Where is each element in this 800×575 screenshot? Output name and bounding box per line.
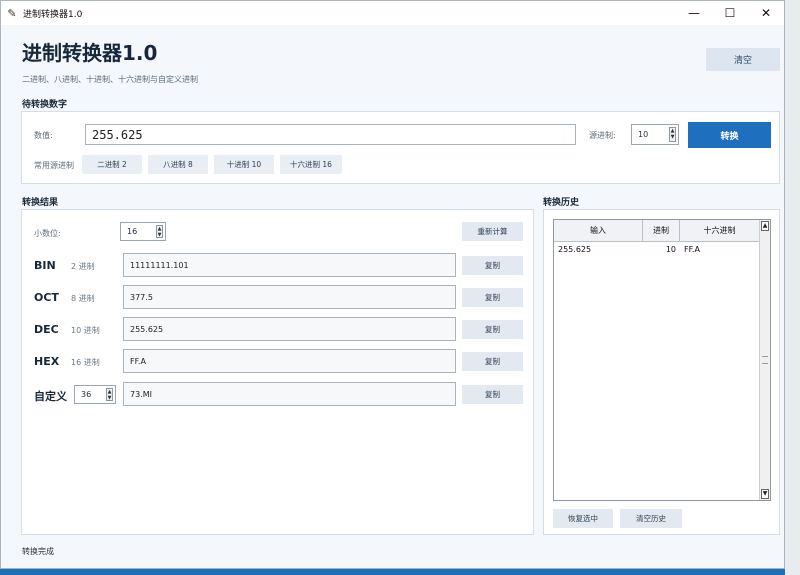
result-panel: 小数位: 16 ▲ ▼ 重新计算 BIN 2 进制 11111111.101 复制… xyxy=(21,209,534,535)
history-section-label: 转换历史 xyxy=(543,198,580,208)
column-header-hex[interactable]: 十六进制 xyxy=(680,220,760,242)
decimals-label: 小数位: xyxy=(34,229,61,238)
preset-octal-button[interactable]: 八进制 8 xyxy=(148,155,208,174)
preset-binary-button[interactable]: 二进制 2 xyxy=(82,155,142,174)
history-scrollbar[interactable]: ▲ ▼ xyxy=(759,220,770,500)
input-section-label: 待转换数字 xyxy=(22,100,68,110)
minimize-button[interactable]: — xyxy=(676,6,712,20)
window-title: 进制转换器1.0 xyxy=(23,9,83,20)
decimals-value: 16 xyxy=(127,227,138,236)
preset-decimal-button[interactable]: 十进制 10 xyxy=(214,155,274,174)
source-base-label: 源进制: xyxy=(589,131,616,140)
bin-base-label: 2 进制 xyxy=(71,262,95,271)
oct-base-label: 8 进制 xyxy=(71,294,95,303)
spin-arrows-icon[interactable]: ▲ ▼ xyxy=(156,225,163,238)
value-input[interactable]: 255.625 xyxy=(85,124,576,145)
page-title: 进制转换器1.0 xyxy=(22,41,158,65)
source-base-value: 10 xyxy=(638,130,649,139)
common-base-label: 常用源进制 xyxy=(34,161,74,170)
bin-output[interactable]: 11111111.101 xyxy=(123,253,456,277)
scroll-grip-icon[interactable] xyxy=(762,356,768,364)
hex-label: HEX xyxy=(34,355,60,368)
table-row[interactable]: 255.625 10 FF.A xyxy=(554,245,770,259)
close-button[interactable]: ✕ xyxy=(748,6,784,20)
copy-dec-button[interactable]: 复制 xyxy=(462,320,523,339)
oct-output[interactable]: 377.5 xyxy=(123,285,456,309)
decimals-spinbox[interactable]: 16 ▲ ▼ xyxy=(120,222,166,241)
copy-bin-button[interactable]: 复制 xyxy=(462,256,523,275)
app-window: ✎ 进制转换器1.0 — ☐ ✕ 进制转换器1.0 二进制、八进制、十进制、十六… xyxy=(0,0,785,569)
feather-icon: ✎ xyxy=(7,6,17,20)
history-cell-base: 10 xyxy=(665,245,676,254)
convert-button[interactable]: 转换 xyxy=(688,122,771,148)
hex-base-label: 16 进制 xyxy=(71,358,100,367)
source-base-spinbox[interactable]: 10 ▲ ▼ xyxy=(631,124,679,145)
scroll-down-icon[interactable]: ▼ xyxy=(761,489,769,499)
header: 进制转换器1.0 二进制、八进制、十进制、十六进制与自定义进制 xyxy=(22,37,198,85)
custom-base-spinbox[interactable]: 36 ▲ ▼ xyxy=(74,385,116,404)
history-table-header: 输入 进制 十六进制 xyxy=(554,220,770,242)
history-table[interactable]: 输入 进制 十六进制 255.625 10 FF.A ▲ ▼ xyxy=(553,219,771,501)
dec-output[interactable]: 255.625 xyxy=(123,317,456,341)
page-subtitle: 二进制、八进制、十进制、十六进制与自定义进制 xyxy=(22,75,198,84)
dec-base-label: 10 进制 xyxy=(71,326,100,335)
spin-arrows-icon[interactable]: ▲ ▼ xyxy=(106,388,113,401)
status-text: 转换完成 xyxy=(22,547,54,556)
preset-hex-button[interactable]: 十六进制 16 xyxy=(280,155,342,174)
result-section-label: 转换结果 xyxy=(22,198,59,208)
maximize-button[interactable]: ☐ xyxy=(712,6,748,20)
copy-hex-button[interactable]: 复制 xyxy=(462,352,523,371)
background-window-edge xyxy=(785,0,800,575)
history-cell-input: 255.625 xyxy=(558,245,592,254)
scroll-up-icon[interactable]: ▲ xyxy=(761,221,769,231)
custom-output[interactable]: 73.MI xyxy=(123,382,456,406)
spin-arrows-icon[interactable]: ▲ ▼ xyxy=(669,127,676,142)
value-label: 数值: xyxy=(34,131,53,140)
oct-label: OCT xyxy=(34,291,59,304)
column-header-base[interactable]: 进制 xyxy=(643,220,680,242)
title-bar: ✎ 进制转换器1.0 — ☐ ✕ xyxy=(1,1,784,25)
clear-history-button[interactable]: 清空历史 xyxy=(620,509,682,528)
copy-custom-button[interactable]: 复制 xyxy=(462,385,523,404)
column-header-input[interactable]: 输入 xyxy=(554,220,643,242)
bin-label: BIN xyxy=(34,259,56,272)
clear-button[interactable]: 清空 xyxy=(706,48,780,71)
history-cell-hex: FF.A xyxy=(684,245,700,254)
copy-oct-button[interactable]: 复制 xyxy=(462,288,523,307)
restore-selected-button[interactable]: 恢复选中 xyxy=(553,509,613,528)
custom-base-value: 36 xyxy=(81,390,92,399)
dec-label: DEC xyxy=(34,323,59,336)
input-panel: 数值: 255.625 源进制: 10 ▲ ▼ 转换 常用源进制 二进制 2 八进… xyxy=(21,111,780,184)
hex-output[interactable]: FF.A xyxy=(123,349,456,373)
custom-label: 自定义 xyxy=(34,390,67,403)
recalculate-button[interactable]: 重新计算 xyxy=(462,222,523,241)
